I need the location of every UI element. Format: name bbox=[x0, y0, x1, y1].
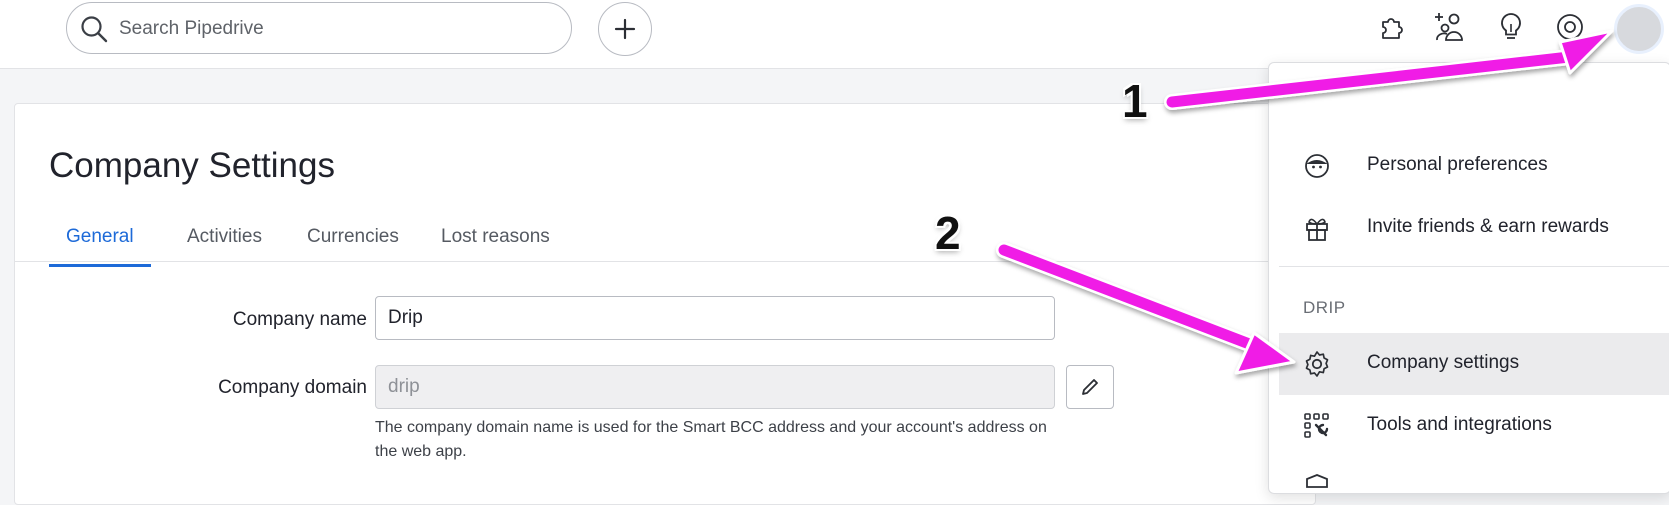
plus-icon bbox=[614, 18, 636, 40]
tab-currencies[interactable]: Currencies bbox=[290, 220, 416, 264]
page-title: Company Settings bbox=[49, 146, 335, 185]
menu-section-company: DRIP bbox=[1303, 298, 1346, 317]
company-name-label: Company name bbox=[232, 309, 367, 330]
menu-item-invite-friends[interactable]: Invite friends & earn rewards bbox=[1279, 197, 1669, 259]
step-2-label: 2 bbox=[935, 207, 961, 259]
menu-item-tools-integrations[interactable]: Tools and integrations bbox=[1279, 395, 1669, 457]
menu-item-label: Company settings bbox=[1367, 352, 1520, 373]
menu-item-company-settings[interactable]: Company settings bbox=[1279, 333, 1669, 395]
search-input[interactable] bbox=[117, 13, 541, 45]
face-icon bbox=[1305, 154, 1329, 178]
menu-item-label: Tools and integrations bbox=[1367, 414, 1552, 435]
profile-menu: Personal preferences Invite friends & ea… bbox=[1268, 62, 1669, 494]
pencil-icon bbox=[1082, 379, 1098, 395]
search-box[interactable] bbox=[66, 2, 572, 54]
menu-item-personal-preferences[interactable]: Personal preferences bbox=[1279, 135, 1669, 197]
tab-general[interactable]: General bbox=[49, 220, 151, 267]
tab-divider bbox=[15, 261, 1315, 262]
puzzle-icon[interactable] bbox=[1375, 10, 1409, 44]
user-avatar[interactable] bbox=[1614, 4, 1664, 54]
shield-icon bbox=[1306, 474, 1328, 488]
menu-divider bbox=[1279, 266, 1669, 267]
step-1-label: 1 bbox=[1122, 75, 1148, 127]
edit-domain-button[interactable] bbox=[1066, 365, 1114, 409]
help-icon[interactable] bbox=[1553, 10, 1587, 44]
tab-activities[interactable]: Activities bbox=[170, 220, 279, 264]
company-name-input[interactable]: Drip bbox=[375, 296, 1055, 340]
company-domain-input: drip bbox=[375, 365, 1055, 409]
top-bar bbox=[0, 0, 1669, 69]
company-domain-label: Company domain bbox=[218, 377, 367, 398]
company-domain-help: The company domain name is used for the … bbox=[375, 419, 1047, 460]
menu-item-label: Personal preferences bbox=[1367, 154, 1548, 175]
quick-add-button[interactable] bbox=[598, 2, 652, 56]
menu-item-label: Invite friends & earn rewards bbox=[1367, 216, 1609, 237]
lightbulb-icon[interactable] bbox=[1494, 10, 1528, 44]
gear-icon bbox=[1305, 351, 1329, 377]
settings-card: Company Settings General Activities Curr… bbox=[14, 103, 1316, 505]
search-icon bbox=[81, 16, 108, 43]
gift-icon bbox=[1306, 218, 1328, 241]
tools-icon bbox=[1304, 413, 1329, 438]
add-people-icon[interactable] bbox=[1434, 10, 1468, 44]
tab-lost-reasons[interactable]: Lost reasons bbox=[424, 220, 567, 264]
